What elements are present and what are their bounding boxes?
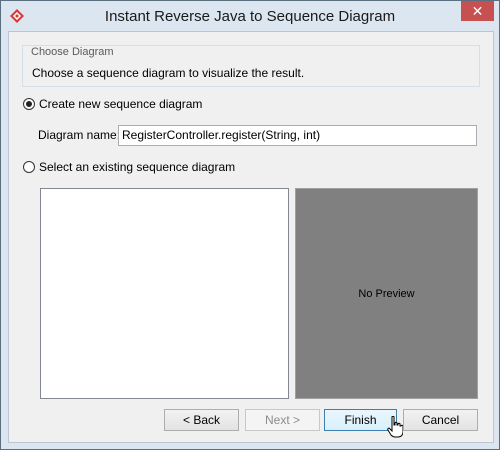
dialog-content: Choose Diagram Choose a sequence diagram… bbox=[8, 31, 494, 443]
create-new-radio[interactable] bbox=[23, 98, 35, 110]
close-icon: ✕ bbox=[471, 3, 484, 19]
preview-text: No Preview bbox=[358, 287, 415, 300]
back-button[interactable]: < Back bbox=[164, 409, 239, 431]
group-description: Choose a sequence diagram to visualize t… bbox=[32, 66, 305, 80]
close-button[interactable]: ✕ bbox=[461, 1, 494, 21]
title-bar[interactable]: Instant Reverse Java to Sequence Diagram… bbox=[1, 1, 499, 31]
diagram-name-input[interactable]: RegisterController.register(String, int) bbox=[118, 125, 477, 146]
create-new-option[interactable]: Create new sequence diagram bbox=[23, 96, 202, 112]
visual-paradigm-logo-icon bbox=[10, 9, 24, 23]
select-existing-label: Select an existing sequence diagram bbox=[39, 160, 236, 174]
choose-diagram-group: Choose Diagram Choose a sequence diagram… bbox=[22, 45, 480, 87]
diagram-name-label: Diagram name: bbox=[38, 128, 121, 142]
window-title: Instant Reverse Java to Sequence Diagram bbox=[104, 8, 396, 25]
group-title: Choose Diagram bbox=[31, 46, 114, 58]
select-existing-option[interactable]: Select an existing sequence diagram bbox=[23, 159, 235, 175]
existing-diagram-list[interactable] bbox=[40, 188, 289, 399]
create-new-label: Create new sequence diagram bbox=[39, 97, 203, 111]
dialog-window: Instant Reverse Java to Sequence Diagram… bbox=[0, 0, 500, 450]
diagram-preview: No Preview bbox=[295, 188, 478, 399]
next-button[interactable]: Next > bbox=[245, 409, 320, 431]
mouse-pointer-icon bbox=[387, 416, 403, 438]
select-existing-radio[interactable] bbox=[23, 161, 35, 173]
cancel-button[interactable]: Cancel bbox=[403, 409, 478, 431]
